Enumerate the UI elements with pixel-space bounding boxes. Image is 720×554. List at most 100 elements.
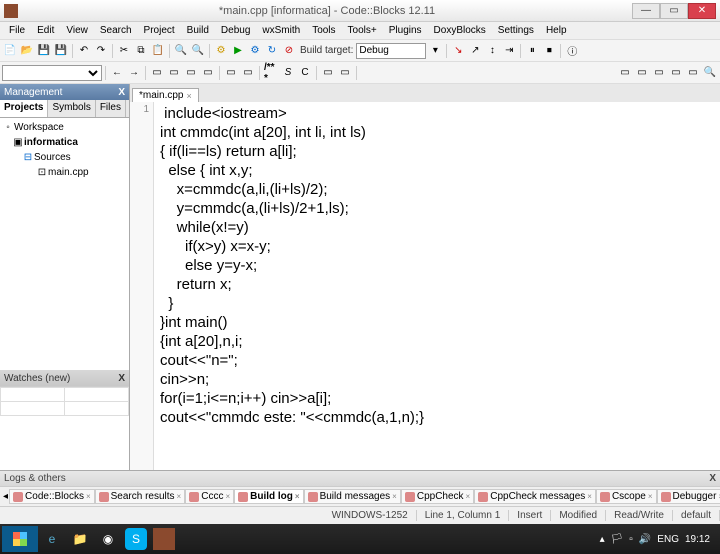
bottom-tab-debugger[interactable]: Debugger× xyxy=(657,489,720,504)
open-icon[interactable]: 📂 xyxy=(19,43,35,59)
tab-close-icon[interactable]: × xyxy=(177,492,182,501)
menu-debug[interactable]: Debug xyxy=(216,24,255,37)
tray-net-icon[interactable]: ▫ xyxy=(629,534,633,545)
management-close-icon[interactable]: X xyxy=(118,87,125,98)
debug-stop-icon[interactable]: ⏹ xyxy=(541,43,557,59)
menu-search[interactable]: Search xyxy=(95,24,137,37)
bottom-tab-search-results[interactable]: Search results× xyxy=(95,489,186,504)
menu-help[interactable]: Help xyxy=(541,24,572,37)
debug-step-icon[interactable]: ↘ xyxy=(450,43,466,59)
find-icon[interactable]: 🔍 xyxy=(173,43,189,59)
task-codeblocks-icon[interactable] xyxy=(153,528,175,550)
tree-project[interactable]: ▣informatica xyxy=(2,135,127,150)
tree-sources[interactable]: ⊟Sources xyxy=(2,150,127,165)
watches-close-icon[interactable]: X xyxy=(118,373,125,384)
menu-project[interactable]: Project xyxy=(139,24,180,37)
new-file-icon[interactable]: 📄 xyxy=(2,43,18,59)
menu-file[interactable]: File xyxy=(4,24,30,37)
tb-icon-3[interactable]: ▭ xyxy=(183,65,199,81)
tb-right-4[interactable]: ▭ xyxy=(668,65,684,81)
debug-step3-icon[interactable]: ↕ xyxy=(484,43,500,59)
debug-pause-icon[interactable]: ⏸ xyxy=(524,43,540,59)
menu-build[interactable]: Build xyxy=(182,24,214,37)
tray-flag-icon[interactable]: 🏳 xyxy=(611,534,624,545)
tb-icon-2[interactable]: ▭ xyxy=(166,65,182,81)
menu-plugins[interactable]: Plugins xyxy=(384,24,427,37)
tray-time[interactable]: 19:12 xyxy=(685,534,710,545)
sidebar-tab-projects[interactable]: Projects xyxy=(0,100,48,117)
c-icon[interactable]: C xyxy=(297,65,313,81)
s-label-icon[interactable]: /** * xyxy=(263,65,279,81)
tb-right-5[interactable]: ▭ xyxy=(685,65,701,81)
tab-close-icon[interactable]: × xyxy=(392,492,397,501)
tab-close-icon[interactable]: × xyxy=(225,492,230,501)
run-icon[interactable]: ▶ xyxy=(230,43,246,59)
start-button[interactable] xyxy=(2,526,38,552)
tab-close-icon[interactable]: × xyxy=(186,91,191,101)
build-icon[interactable]: ⚙ xyxy=(213,43,229,59)
watches-grid[interactable] xyxy=(0,386,129,470)
menu-view[interactable]: View xyxy=(61,24,93,37)
tb-right-3[interactable]: ▭ xyxy=(651,65,667,81)
bottom-tab-cppcheck-messages[interactable]: CppCheck messages× xyxy=(474,489,596,504)
menu-doxyblocks[interactable]: DoxyBlocks xyxy=(429,24,491,37)
tb-icon-8[interactable]: ▭ xyxy=(320,65,336,81)
cut-icon[interactable]: ✂ xyxy=(116,43,132,59)
build-target-input[interactable] xyxy=(356,43,426,59)
bottom-tab-cscope[interactable]: Cscope× xyxy=(596,489,657,504)
tab-close-icon[interactable]: × xyxy=(466,492,471,501)
task-explorer-icon[interactable]: 📁 xyxy=(66,526,94,552)
tray-vol-icon[interactable]: 🔊 xyxy=(639,534,651,545)
menu-edit[interactable]: Edit xyxy=(32,24,59,37)
menu-wxsmith[interactable]: wxSmith xyxy=(257,24,305,37)
tab-close-icon[interactable]: × xyxy=(295,492,300,501)
tb-right-2[interactable]: ▭ xyxy=(634,65,650,81)
tray-lang[interactable]: ENG xyxy=(657,534,679,545)
rebuild-icon[interactable]: ↻ xyxy=(264,43,280,59)
build-run-icon[interactable]: ⚙ xyxy=(247,43,263,59)
close-button[interactable]: ✕ xyxy=(688,3,716,19)
tray-up-icon[interactable]: ▴ xyxy=(600,534,605,545)
minimize-button[interactable]: — xyxy=(632,3,660,19)
tb-icon-4[interactable]: ▭ xyxy=(200,65,216,81)
bottom-tab-build-log[interactable]: Build log× xyxy=(234,489,303,504)
menu-settings[interactable]: Settings xyxy=(493,24,539,37)
tree-workspace[interactable]: ◦Workspace xyxy=(2,120,127,135)
tb-right-1[interactable]: ▭ xyxy=(617,65,633,81)
maximize-button[interactable]: ▭ xyxy=(660,3,688,19)
abort-icon[interactable]: ⊘ xyxy=(281,43,297,59)
debug-info-icon[interactable]: ⓘ xyxy=(564,43,580,59)
redo-icon[interactable]: ↷ xyxy=(93,43,109,59)
tab-close-icon[interactable]: × xyxy=(86,492,91,501)
back-icon[interactable]: ← xyxy=(109,65,125,81)
task-ie-icon[interactable]: e xyxy=(38,526,66,552)
logs-close-icon[interactable]: X xyxy=(709,473,716,484)
bottom-tab-code-blocks[interactable]: Code::Blocks× xyxy=(9,489,95,504)
replace-icon[interactable]: 🔍 xyxy=(190,43,206,59)
search-icon[interactable]: 🔍 xyxy=(702,65,718,81)
sidebar-tab-files[interactable]: Files xyxy=(96,100,126,117)
paste-icon[interactable]: 📋 xyxy=(150,43,166,59)
task-chrome-icon[interactable]: ◉ xyxy=(94,526,122,552)
dropdown-icon[interactable]: ▾ xyxy=(427,43,443,59)
bottom-tabs-left[interactable]: ◂ xyxy=(2,489,9,505)
code-editor[interactable]: include<iostream> int cmmdc(int a[20], i… xyxy=(154,102,720,470)
bottom-tab-cccc[interactable]: Cccc× xyxy=(185,489,234,504)
menu-tools+[interactable]: Tools+ xyxy=(343,24,382,37)
bottom-tab-cppcheck[interactable]: CppCheck× xyxy=(401,489,474,504)
save-icon[interactable]: 💾 xyxy=(36,43,52,59)
debug-step4-icon[interactable]: ⇥ xyxy=(501,43,517,59)
scope-dropdown[interactable] xyxy=(2,65,102,81)
copy-icon[interactable]: ⧉ xyxy=(133,43,149,59)
editor-tab-main[interactable]: *main.cpp × xyxy=(132,88,199,102)
debug-step2-icon[interactable]: ↗ xyxy=(467,43,483,59)
tree-file-main[interactable]: ⊡main.cpp xyxy=(2,165,127,180)
s-icon[interactable]: S xyxy=(280,65,296,81)
tb-icon-1[interactable]: ▭ xyxy=(149,65,165,81)
tb-icon-5[interactable]: ▭ xyxy=(223,65,239,81)
menu-tools[interactable]: Tools xyxy=(307,24,340,37)
tab-close-icon[interactable]: × xyxy=(587,492,592,501)
sidebar-tab-symbols[interactable]: Symbols xyxy=(48,100,95,117)
task-skype-icon[interactable]: S xyxy=(125,528,147,550)
save-all-icon[interactable]: 💾 xyxy=(53,43,69,59)
